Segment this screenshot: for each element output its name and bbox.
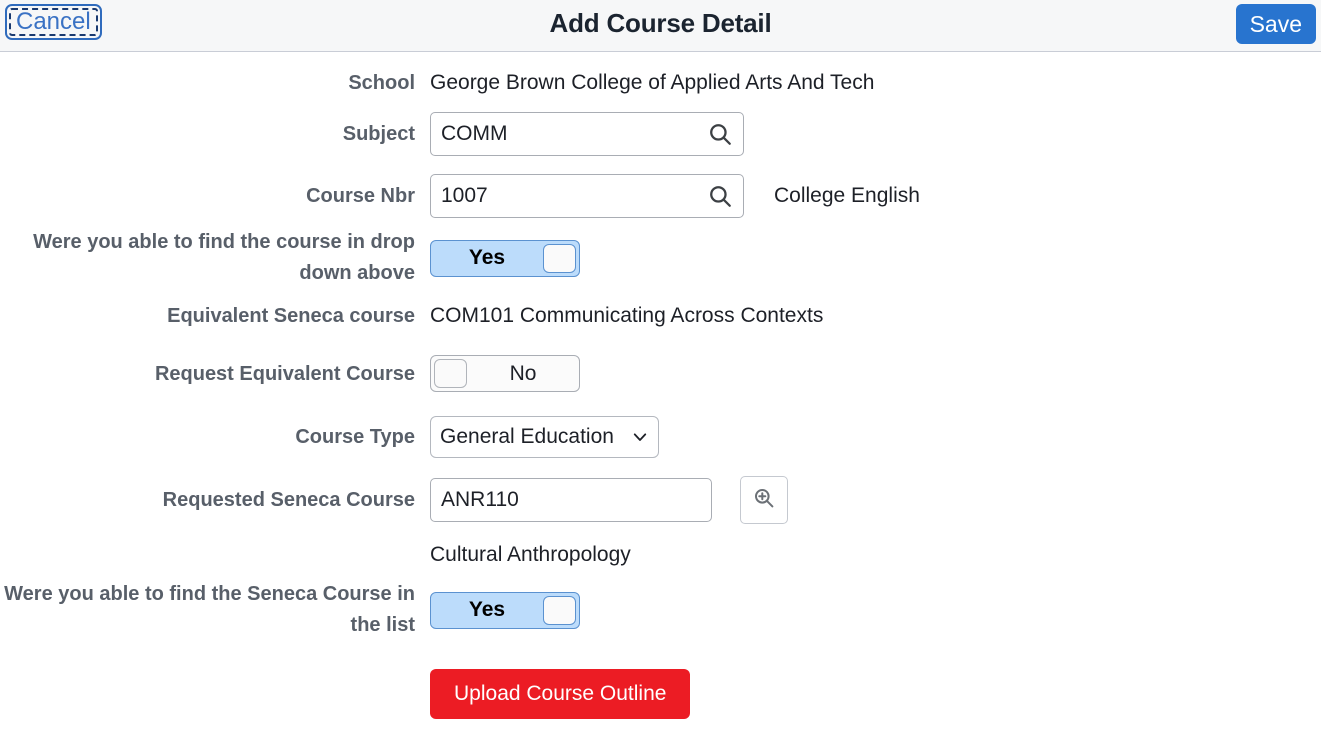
row-find-course: Were you able to find the course in drop… [0,227,1321,289]
row-equivalent-seneca-course: Equivalent Seneca course COM101 Communic… [0,289,1321,342]
course-type-select-wrap: General Education [430,416,659,458]
requested-seneca-course-description-area: Cultural Anthropology [430,542,1321,568]
upload-course-outline-button[interactable]: Upload Course Outline [430,669,691,719]
course-nbr-label: Course Nbr [306,185,415,207]
course-type-select[interactable]: General Education [430,416,659,458]
subject-label: Subject [342,122,415,145]
toggle-knob [434,359,467,388]
subject-input[interactable] [430,111,744,156]
find-course-value-area: Yes [430,239,1321,277]
toggle-knob [543,595,576,625]
row-subject: Subject [0,102,1321,165]
request-equivalent-course-toggle-label: No [509,361,537,385]
requested-seneca-course-label: Requested Seneca Course [162,489,415,511]
school-value: George Brown College of Applied Arts And… [430,71,875,94]
request-equivalent-course-toggle[interactable]: No [430,355,580,392]
course-type-selected-value: General Education [440,425,614,448]
requested-seneca-course-lookup-button[interactable] [740,476,788,524]
upload-course-outline-label: Upload Course Outline [454,682,667,705]
page-title: Add Course Detail [549,8,772,38]
course-type-value-area: General Education [430,416,1321,458]
upload-course-outline-area: Upload Course Outline [430,669,1321,719]
requested-seneca-course-input[interactable] [430,478,712,522]
equivalent-seneca-course-value-area: COM101 Communicating Across Contexts [430,303,1321,329]
find-seneca-course-value-area: Yes [430,591,1321,629]
row-requested-seneca-course: Requested Seneca Course [0,469,1321,531]
row-upload-course-outline: Upload Course Outline [0,666,1321,722]
school-value-area: George Brown College of Applied Arts And… [430,70,1321,96]
request-equivalent-course-value-area: No [430,355,1321,392]
course-nbr-description: College English [774,184,920,207]
find-course-label: Were you able to find the course in drop… [33,231,415,284]
course-type-label: Course Type [295,426,415,448]
zoom-in-icon [752,486,776,515]
course-detail-form: School George Brown College of Applied A… [0,52,1321,722]
row-find-seneca-course: Were you able to find the Seneca Course … [0,578,1321,642]
subject-input-wrap [430,111,744,156]
toggle-knob [543,243,576,273]
find-seneca-course-label: Were you able to find the Seneca Course … [4,583,415,636]
course-nbr-input[interactable] [430,174,744,218]
row-course-type: Course Type General Education [0,405,1321,469]
request-equivalent-course-label: Request Equivalent Course [154,362,415,385]
school-label: School [348,72,415,94]
find-seneca-course-toggle[interactable]: Yes [430,591,580,629]
find-seneca-course-toggle-label: Yes [468,598,506,621]
course-nbr-input-wrap [430,174,744,218]
course-nbr-value-area: College English [430,174,1321,218]
page-header: Cancel Add Course Detail Save [0,0,1321,52]
row-requested-seneca-course-description: Cultural Anthropology [0,531,1321,578]
row-course-nbr: Course Nbr College English [0,165,1321,227]
equivalent-seneca-course-value: COM101 Communicating Across Contexts [430,303,824,327]
save-button[interactable]: Save [1235,4,1316,44]
find-course-toggle[interactable]: Yes [430,239,580,277]
row-school: School George Brown College of Applied A… [0,64,1321,102]
save-button-label: Save [1249,10,1302,37]
equivalent-seneca-course-label: Equivalent Seneca course [167,304,415,327]
subject-value-area [430,111,1321,156]
requested-seneca-course-description: Cultural Anthropology [430,542,631,566]
row-request-equivalent-course: Request Equivalent Course No [0,342,1321,405]
find-course-toggle-label: Yes [468,246,506,269]
requested-seneca-course-value-area [430,476,1321,524]
requested-seneca-course-input-wrap [430,478,712,522]
